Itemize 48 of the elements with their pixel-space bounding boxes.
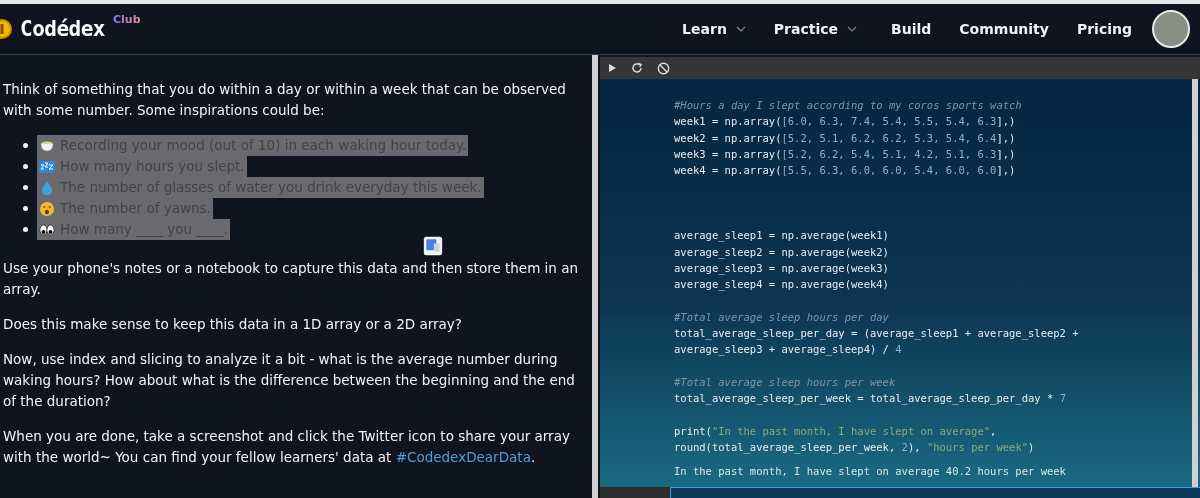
bullet-icon xyxy=(23,227,28,232)
bullet-icon xyxy=(23,143,28,148)
translate-icon[interactable] xyxy=(423,236,443,256)
code-line: week1 = np.array([6.0, 6.3, 7.4, 5.4, 5.5, 5.4, 6.3],) xyxy=(674,114,1017,130)
paragraph: When you are done, take a screenshot and click the Twitter icon to share your array with the world~ You can find your fellow learners' data at #CodedexDearData. xyxy=(3,427,571,467)
code-line: total_average_sleep_per_week = total_average_sleep_per_day * 7 xyxy=(674,391,1067,407)
code-line: average_sleep3 = np.average(week3) xyxy=(674,260,890,277)
user-avatar[interactable] xyxy=(1152,10,1190,48)
nav-link[interactable]: Practice xyxy=(773,21,858,37)
run-icon[interactable] xyxy=(607,63,617,73)
input-field[interactable] xyxy=(670,487,1200,498)
club-label: Club xyxy=(113,13,141,26)
bullet-icon xyxy=(23,206,28,211)
droplet-icon xyxy=(39,179,55,196)
code-line: average_sleep2 = np.average(week2) xyxy=(674,244,890,260)
scrollbar[interactable] xyxy=(1192,79,1198,487)
stop-icon[interactable] xyxy=(657,61,670,75)
eyes-icon xyxy=(39,221,55,238)
nav-link[interactable]: Learn xyxy=(682,21,746,37)
code-line: week4 = np.array([5.5, 6.3, 6.0, 6.0, 5.4, 6.0, 6.0],) xyxy=(674,163,1017,179)
yawning-face-icon xyxy=(39,200,55,217)
nav-link[interactable]: Community xyxy=(959,21,1049,37)
code-line: average_sleep3 + average_sleep4) / 4 xyxy=(674,342,903,358)
sleep-icon xyxy=(39,158,55,175)
nav-link[interactable]: Pricing xyxy=(1076,21,1132,37)
paragraph: Think of something that you do within a day or within a week that can be observed with some number. Some inspirations could be: xyxy=(3,80,567,120)
paragraph: Now, use index and slicing to analyze it a bit - what is the average number during waking hours? How about what is the difference between the beginning and the end of the duration? xyxy=(3,350,576,411)
code-line: #Hours a day I slept according to my coros sports watch xyxy=(674,98,1023,113)
code-line: round(total_average_sleep_per_week, 2), "hours per week") xyxy=(674,440,1036,456)
bullet-icon xyxy=(23,164,28,169)
console-output: In the past month, I have slept on average 40.2 hours per week xyxy=(674,463,1067,479)
code-line: print("In the past month, I have slept on average", xyxy=(674,423,998,439)
code-editor[interactable] xyxy=(600,79,1200,487)
paragraph: Use your phone's notes or a notebook to capture this data and then store them in an array. xyxy=(3,259,580,299)
code-line: average_sleep1 = np.average(week1) xyxy=(674,228,890,244)
code-line: #Total average sleep hours per week xyxy=(674,375,897,391)
code-line: week3 = np.array([5.2, 6.2, 5.4, 5.1, 4.2, 5.1, 6.3],) xyxy=(674,146,1017,162)
code-line: average_sleep4 = np.average(week4) xyxy=(674,277,890,293)
code-line: #Total average sleep hours per day xyxy=(674,309,890,325)
reload-icon[interactable] xyxy=(631,62,643,74)
bullet-icon xyxy=(23,185,28,190)
logo-text[interactable]: Codédex xyxy=(20,17,105,41)
paragraph: Does this make sense to keep this data in a 1D array or a 2D array? xyxy=(3,315,463,334)
code-line: total_average_sleep_per_day = (average_sleep1 + average_sleep2 + xyxy=(674,326,1080,342)
hashtag-link[interactable]: #CodedexDearData xyxy=(395,449,531,465)
code-line: week2 = np.array([5.2, 5.1, 6.2, 6.2, 5.3, 5.4, 6.4],) xyxy=(674,130,1017,146)
scrollbar[interactable] xyxy=(592,55,598,498)
nav-link[interactable]: Build xyxy=(891,21,932,37)
